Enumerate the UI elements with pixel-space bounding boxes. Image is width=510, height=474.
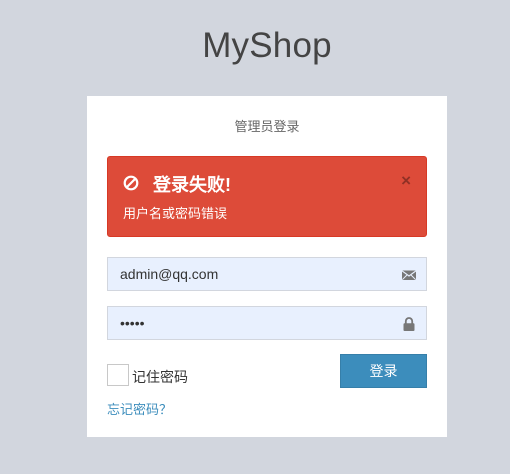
login-box: 管理员登录 登录失败! 用户名或密码错误 × 记住密码 登录 忘记密码？ [87,96,447,437]
alert-close-button[interactable]: × [401,172,411,189]
remember-checkbox[interactable] [107,364,129,386]
alert-title: 登录失败! [153,175,231,195]
login-box-message: 管理员登录 [234,119,300,134]
email-field [107,257,427,291]
lock-icon [403,317,415,331]
alert-message: 用户名或密码错误 [123,206,228,221]
app-logo: MyShop [202,26,332,65]
login-button[interactable]: 登录 [340,354,427,388]
ban-icon [123,175,139,191]
password-field [107,306,427,340]
error-alert: 登录失败! 用户名或密码错误 × [107,156,427,237]
password-input[interactable] [108,307,388,339]
email-input[interactable] [108,258,388,290]
remember-label: 记住密码 [132,369,188,385]
forgot-password-link[interactable]: 忘记密码？ [107,399,172,418]
envelope-icon [401,270,417,281]
